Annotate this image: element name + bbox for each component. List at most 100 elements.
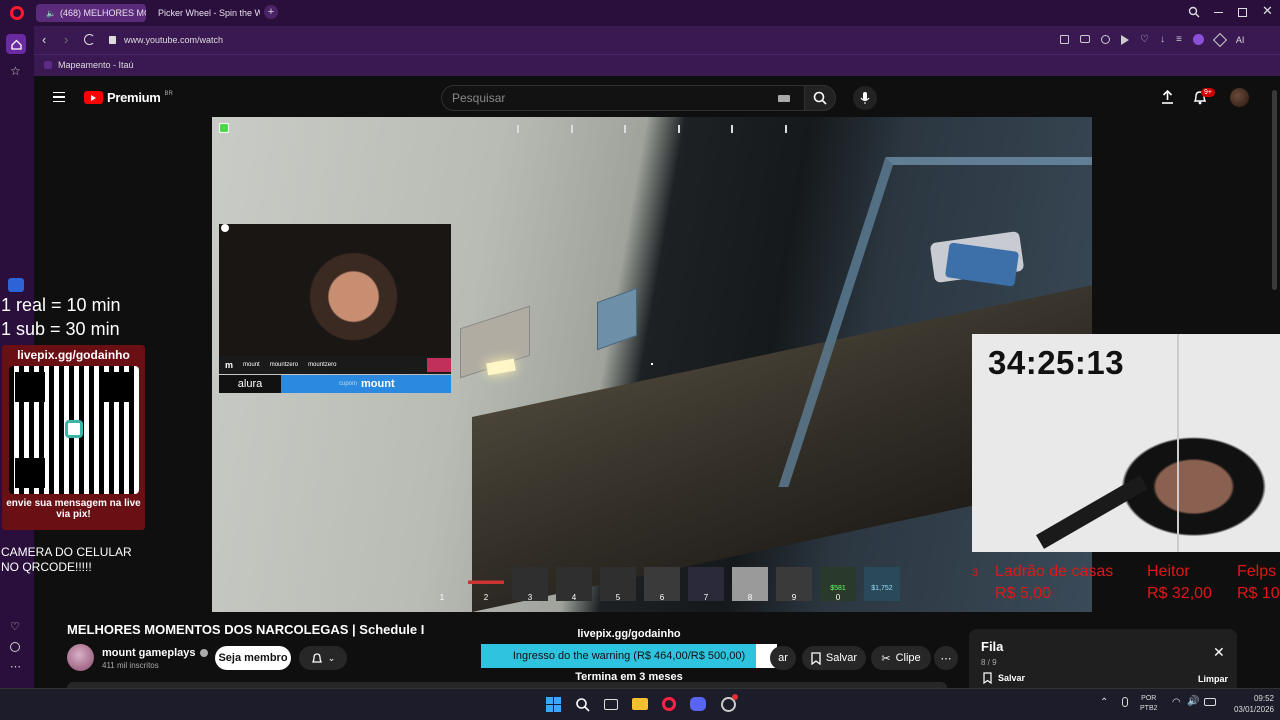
clock[interactable]: 09:52 03/01/2026	[1224, 693, 1274, 715]
voice-search-button[interactable]	[853, 86, 877, 110]
close-window-button[interactable]: ✕	[1262, 3, 1273, 19]
battery-icon[interactable]	[1204, 698, 1216, 706]
opera-logo-icon[interactable]	[10, 6, 24, 20]
queue-save-button[interactable]: Salvar	[983, 672, 1025, 684]
more-actions-button[interactable]: ⋯	[934, 646, 958, 670]
camera-icon[interactable]	[1080, 35, 1090, 43]
play-icon[interactable]	[1121, 35, 1129, 45]
itau-icon	[44, 61, 52, 69]
new-tab-button[interactable]: +	[264, 5, 278, 19]
mute-icon[interactable]: 🔈	[46, 9, 56, 18]
history-icon[interactable]	[10, 642, 20, 652]
subathon-timer: 34:25:13	[988, 344, 1125, 381]
wifi-icon[interactable]: ◠	[1172, 697, 1181, 708]
menu-icon[interactable]: ≡	[1176, 35, 1182, 45]
extensions-icon[interactable]	[1212, 32, 1227, 48]
hidden-action-button[interactable]: ar	[770, 646, 796, 670]
hotbar-slot-cash: $581 0	[820, 567, 856, 602]
edit-icon[interactable]	[1060, 35, 1069, 44]
hotbar-slot-bank: $1,752	[864, 567, 900, 601]
instagram-handle: mountzero	[269, 362, 299, 368]
save-label: Salvar	[825, 652, 858, 664]
hamburger-menu-icon[interactable]	[53, 92, 65, 102]
join-button[interactable]: Seja membro	[215, 646, 291, 670]
volume-icon[interactable]: 🔊	[1187, 696, 1199, 707]
more-sidebar-icon[interactable]: ⋯	[10, 660, 21, 673]
messenger-icon[interactable]	[8, 278, 24, 292]
opera-gx-icon[interactable]	[659, 694, 679, 714]
youtube-logo[interactable]: Premium BR	[84, 90, 173, 105]
camera-note: CAMERA DO CELULAR NO QRCODE!!!!!	[1, 545, 132, 574]
live-indicator-icon	[219, 123, 229, 133]
star-icon[interactable]: ☆	[10, 64, 21, 78]
webcam-indicator-icon	[221, 224, 229, 232]
url-field[interactable]: www.youtube.com/watch	[105, 30, 1045, 50]
steam-icon[interactable]	[718, 693, 738, 714]
back-button[interactable]: ‹	[42, 32, 46, 47]
channel-avatar[interactable]	[67, 644, 94, 671]
cash-amount: $581	[830, 585, 846, 592]
bookmarks-bar: Mapeamento - Itaú	[0, 54, 1280, 76]
account-avatar[interactable]	[1230, 88, 1249, 107]
channel-name[interactable]: mount gameplays	[102, 647, 208, 659]
bookmark-mapeamento[interactable]: Mapeamento - Itaú	[44, 60, 134, 70]
keyboard-language[interactable]: POR PTB2	[1140, 694, 1158, 714]
maximize-button[interactable]	[1238, 8, 1247, 17]
heart-icon[interactable]: ♡	[1140, 35, 1149, 45]
qr-center-logo-icon	[64, 420, 83, 438]
queue-clear-button[interactable]: Limpar	[1198, 674, 1228, 684]
subathon-timer-cam: 34:25:13	[972, 334, 1280, 552]
tab-youtube[interactable]: 🔈 (468) MELHORES MO	[36, 4, 146, 22]
forward-button[interactable]: ›	[64, 32, 68, 47]
search-button[interactable]	[804, 85, 836, 111]
ai-button[interactable]: AI	[1236, 35, 1245, 45]
slot-number: 0	[835, 593, 841, 602]
heart-sidebar-icon[interactable]: ♡	[10, 620, 20, 633]
profile-icon[interactable]	[1192, 34, 1204, 45]
game-hotbar: 1 2 3 4 5 6 7 8 9 $581 0 $1,752	[424, 567, 904, 607]
windows-start-icon[interactable]	[543, 694, 563, 714]
qr-url: livepix.gg/godainho	[17, 348, 130, 362]
minimize-button[interactable]	[1214, 12, 1223, 13]
tab-picker-wheel[interactable]: Picker Wheel - Spin the W	[148, 4, 260, 22]
subscribed-button[interactable]: ⌄	[299, 646, 347, 670]
donation-leaderboard: 3 Ladrão de casas R$ 5,00 Heitor R$ 32,0…	[972, 563, 1280, 609]
download-icon[interactable]: ↓	[1160, 35, 1165, 45]
leaderboard-name: Heitor	[1147, 563, 1190, 580]
social-bar: m mount mountzero mountzero	[219, 356, 451, 374]
rate-real: 1 real = 10 min	[1, 295, 121, 315]
rate-sub: 1 sub = 30 min	[1, 319, 120, 339]
tab-label: (468) MELHORES MO	[59, 8, 146, 18]
sponsor-bar: alura cupom mount	[219, 375, 451, 393]
keyboard-icon[interactable]	[778, 95, 790, 102]
coupon-label: cupom	[339, 381, 358, 387]
channel-name-text: mount gameplays	[102, 647, 196, 659]
hotbar-slot-selected: 8	[732, 567, 768, 602]
close-queue-icon[interactable]: ✕	[1213, 644, 1225, 661]
more-icon: ⋯	[940, 652, 952, 665]
task-view-icon[interactable]	[601, 694, 621, 714]
home-icon[interactable]	[6, 34, 26, 54]
verified-icon	[199, 649, 208, 657]
queue-count: 8 / 9	[981, 658, 997, 667]
upload-icon[interactable]	[1161, 90, 1174, 104]
page-scrollbar[interactable]	[1272, 90, 1277, 290]
search-tabs-icon[interactable]	[1188, 6, 1200, 18]
save-button[interactable]: Salvar	[802, 646, 866, 670]
bookmark-icon	[983, 672, 992, 684]
queue-save-label: Salvar	[998, 673, 1026, 683]
wall-panel	[1177, 334, 1179, 552]
goal-header: livepix.gg/godainho	[577, 628, 681, 640]
bookmark-label: Mapeamento - Itaú	[58, 60, 134, 70]
youtube-handle: mountzero	[308, 362, 337, 368]
clip-button[interactable]: ✂ Clipe	[871, 646, 931, 670]
search-taskbar-icon[interactable]	[572, 694, 592, 714]
discord-icon[interactable]	[688, 694, 708, 714]
file-explorer-icon[interactable]	[630, 694, 650, 714]
tray-mic-icon[interactable]	[1122, 697, 1128, 707]
tray-chevron-up-icon[interactable]: ⌃	[1100, 697, 1108, 708]
social-accent	[427, 358, 451, 372]
shield-icon[interactable]	[1101, 35, 1110, 44]
search-input[interactable]: Pesquisar	[441, 85, 805, 111]
reload-icon[interactable]	[84, 34, 95, 45]
